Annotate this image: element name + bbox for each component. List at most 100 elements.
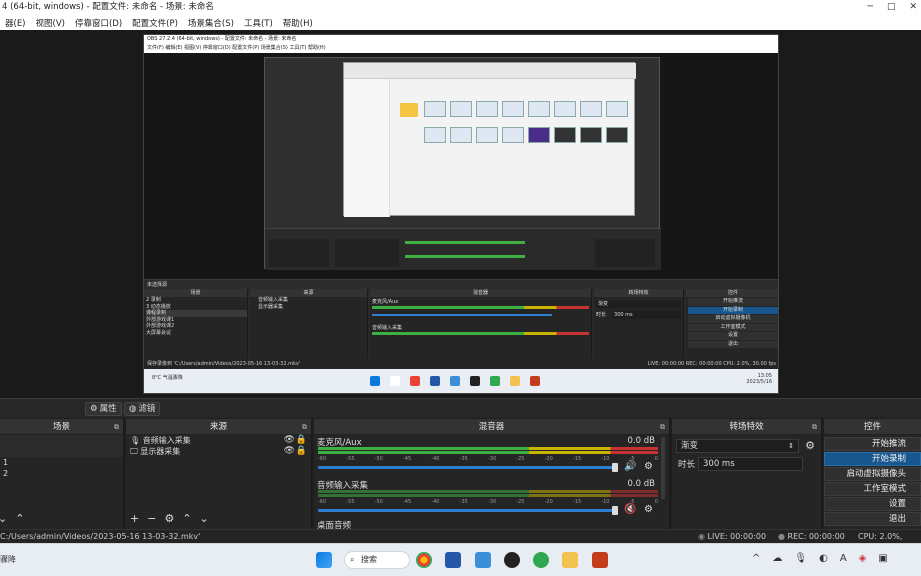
obs-icon[interactable] — [504, 552, 520, 568]
record-icon: ● — [778, 532, 788, 541]
menu-edit[interactable]: 器(E) — [0, 17, 31, 29]
app-icon[interactable] — [445, 552, 461, 568]
nested-controls-title: 控件 — [686, 289, 778, 297]
nested-control-button: 启动虚拟摄像机 — [688, 315, 778, 323]
weather-text[interactable]: 骤降 — [0, 554, 16, 565]
nested-control-button: 设置 — [688, 332, 778, 340]
undock-icon[interactable]: ⧉ — [302, 419, 307, 435]
scene-item[interactable]: 2 — [0, 468, 123, 479]
nested-nested-meter — [405, 241, 525, 244]
nested-weather: 8°C 气温骤降 — [152, 375, 183, 381]
search-box[interactable]: ⌕ 搜索 — [344, 551, 410, 569]
gear-icon[interactable]: ⚙ — [164, 512, 174, 525]
lock-icon[interactable]: 🔒 — [296, 446, 307, 457]
preview-canvas[interactable]: OBS 27.2.4 (64-bit, windows) - 配置文件: 未命名… — [143, 34, 779, 394]
source-item[interactable]: 🎙 音频输入采集 👁 🔒 — [126, 435, 311, 446]
file-thumbnail — [502, 127, 524, 143]
mixer-channels: 麦克风/Aux 0.0 dB -60 -55 -50 -45 -40 -35 -30 -25 -20… — [314, 435, 669, 531]
remove-icon[interactable]: − — [147, 512, 156, 525]
nested-task-icon — [510, 376, 520, 386]
nested-docks: 场景 2 录制 3 动态播放 课程录制 外部游戏课1 外部游戏课2 大屏幕会议 来源 音频… — [144, 289, 778, 359]
file-explorer-thumbnail — [343, 62, 636, 217]
windows-start-icon[interactable] — [316, 552, 332, 568]
source-item[interactable]: 🖵 显示器采集 👁 🔒 — [126, 446, 311, 457]
scene-down-icon[interactable]: ⌄ — [0, 512, 7, 525]
speaker-icon[interactable]: 🔊 — [624, 461, 636, 472]
rec-text: REC: 00:00:00 — [787, 532, 845, 541]
menu-tools[interactable]: 工具(T) — [239, 17, 278, 29]
tick-label: -55 — [346, 456, 355, 462]
tick-label: -15 — [572, 499, 582, 505]
mic-tray-icon[interactable]: 🎙 — [794, 553, 807, 564]
control-button[interactable]: 退出 — [824, 512, 921, 526]
add-icon[interactable]: + — [130, 512, 139, 525]
nested-nested-docks — [265, 228, 661, 270]
visibility-icon[interactable]: 👁 — [284, 435, 295, 446]
security-icon[interactable]: ◈ — [859, 553, 867, 564]
nested-status-path: 保存录像到 'C:/Users/admin/Videos/2023-05-16 … — [147, 361, 301, 367]
lock-icon[interactable]: 🔒 — [296, 435, 307, 446]
volume-slider[interactable] — [318, 509, 618, 512]
tick-label: -30 — [487, 499, 497, 505]
file-explorer-icon[interactable] — [562, 552, 578, 568]
file-thumbnail — [580, 127, 602, 143]
nested-transitions-dock: 转场特效 渐变 时长 300 ms — [594, 289, 684, 359]
control-button[interactable]: 开始推流 — [824, 437, 921, 451]
gear-icon[interactable]: ⚙ — [644, 461, 653, 472]
gear-icon[interactable]: ⚙ — [644, 504, 653, 515]
rec-status: ● REC: 00:00:00 — [778, 530, 845, 544]
search-icon: ⌕ — [350, 555, 355, 564]
volume-slider-handle[interactable] — [612, 463, 618, 472]
filters-button[interactable]: ◍ 滤镜 — [124, 402, 161, 416]
nested-duration-value: 300 ms — [612, 311, 681, 319]
input-method-icon[interactable]: A — [840, 553, 847, 564]
menu-help[interactable]: 帮助(H) — [278, 17, 318, 29]
minimize-button[interactable]: ─ — [868, 0, 873, 15]
nested-task-icon — [390, 376, 400, 386]
volume-slider-handle[interactable] — [612, 506, 618, 515]
nested-nested-sources — [335, 239, 399, 267]
chevron-up-icon[interactable]: ^ — [752, 553, 760, 564]
menu-profile[interactable]: 配置文件(P) — [127, 17, 183, 29]
properties-button[interactable]: ⚙ 属性 — [85, 402, 122, 416]
chat-icon[interactable]: ◐ — [819, 553, 828, 564]
control-button[interactable]: 开始录制 — [824, 452, 921, 466]
scene-item[interactable]: 1 — [0, 457, 123, 468]
browser-icon[interactable] — [533, 552, 549, 568]
scenes-toolbar: ⌄ ⌃ — [0, 512, 24, 525]
file-thumbnail — [450, 127, 472, 143]
scene-up-icon[interactable]: ⌃ — [15, 512, 24, 525]
tick-label: -30 — [487, 456, 497, 462]
duration-input[interactable]: 300 ms — [698, 457, 803, 471]
move-up-icon[interactable]: ⌃ — [182, 512, 191, 525]
mixer-scrollbar[interactable] — [661, 437, 665, 499]
photos-icon[interactable] — [475, 552, 491, 568]
undock-icon[interactable]: ⧉ — [114, 419, 119, 435]
control-button[interactable]: 工作室模式 — [824, 482, 921, 496]
powerpoint-icon[interactable] — [592, 552, 608, 568]
menu-docks[interactable]: 停靠窗口(D) — [70, 17, 127, 29]
nested-mixer-dock: 混音器 麦克风/Aux 音频输入采集 — [370, 289, 592, 359]
chrome-icon[interactable] — [416, 552, 432, 568]
visibility-icon[interactable]: 👁 — [284, 446, 295, 457]
transition-row: 渐变 ⇕ ⚙ — [676, 439, 817, 453]
sources-toolbar: + − ⚙ ⌃ ⌄ — [130, 512, 209, 525]
filters-label: 滤镜 — [138, 404, 156, 414]
menu-view[interactable]: 视图(V) — [31, 17, 70, 29]
cloud-icon[interactable]: ☁ — [772, 553, 782, 564]
gear-icon[interactable]: ⚙ — [805, 439, 815, 452]
move-down-icon[interactable]: ⌄ — [200, 512, 209, 525]
maximize-button[interactable]: □ — [887, 0, 896, 15]
control-button[interactable]: 设置 — [824, 497, 921, 511]
camera-icon[interactable]: ▣ — [878, 553, 887, 564]
close-button[interactable]: ✕ — [909, 0, 917, 15]
menu-scene-collection[interactable]: 场景集合(S) — [183, 17, 239, 29]
mixer-dock-title: 混音器 ⧉ — [314, 419, 669, 435]
volume-slider[interactable] — [318, 466, 618, 469]
undock-icon[interactable]: ⧉ — [812, 419, 817, 435]
tick-label: -40 — [431, 499, 440, 505]
transition-select[interactable]: 渐变 ⇕ — [676, 439, 799, 453]
undock-icon[interactable]: ⧉ — [660, 419, 665, 435]
muted-speaker-icon[interactable]: 🔇 — [624, 504, 636, 515]
control-button[interactable]: 启动虚拟摄像头 — [824, 467, 921, 481]
